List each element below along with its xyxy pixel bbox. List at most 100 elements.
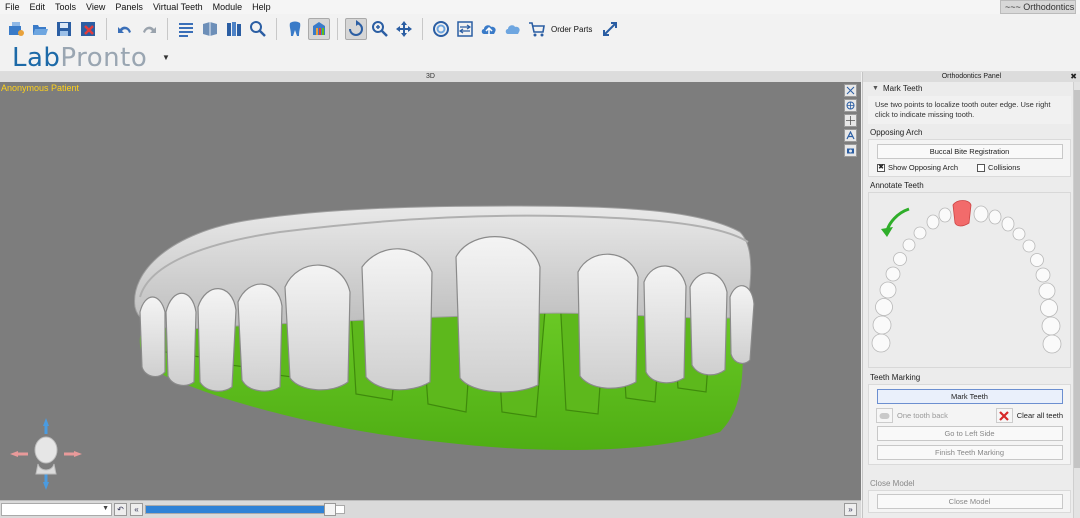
swirl-icon[interactable] (430, 18, 452, 40)
3d-viewport[interactable]: Anonymous Patient (0, 82, 861, 500)
opposing-arch-label: Opposing Arch (870, 128, 923, 137)
zoom-in-icon[interactable] (369, 18, 391, 40)
collisions-checkbox[interactable] (977, 163, 986, 172)
collapse-left-icon[interactable]: « (130, 503, 143, 516)
head-icon (34, 436, 58, 464)
buccal-bite-registration-button[interactable]: Buccal Bite Registration (876, 144, 1063, 159)
chevron-down-icon: ▼ (102, 505, 109, 512)
annotate-icon[interactable] (844, 129, 857, 142)
one-tooth-back-label: One tooth back (897, 411, 948, 420)
section-title: Mark Teeth (883, 84, 923, 93)
fullscreen-icon[interactable] (599, 18, 621, 40)
annotate-teeth-label: Annotate Teeth (870, 181, 924, 190)
orientation-widget[interactable] (8, 416, 84, 492)
arrow-up-icon (43, 418, 49, 426)
one-tooth-back-button[interactable]: One tooth back (876, 408, 948, 423)
show-opposing-arch-checkbox[interactable]: ✖ (877, 163, 885, 172)
module-tab-orthodontics[interactable]: ~~~ Orthodontics (1000, 0, 1076, 14)
menu-tools[interactable]: Tools (50, 0, 81, 14)
pan-icon[interactable] (393, 18, 415, 40)
slider-thumb[interactable] (324, 503, 336, 516)
undo-icon[interactable] (114, 18, 136, 40)
bottom-bar: ▼ ↶ « » (0, 500, 861, 518)
mark-teeth-button[interactable]: Mark Teeth (876, 389, 1063, 404)
menu-view[interactable]: View (81, 0, 110, 14)
close-icon[interactable]: ✖ (1070, 72, 1077, 82)
clear-all-teeth-button[interactable]: Clear all teeth (995, 408, 1063, 423)
show-opposing-arch-label: Show Opposing Arch (888, 163, 959, 172)
upload-cloud-icon[interactable] (478, 18, 500, 40)
transparency-slider[interactable] (145, 503, 345, 516)
zoom-fit-icon[interactable] (247, 18, 269, 40)
scan-icon[interactable] (199, 18, 221, 40)
expand-right-icon[interactable]: » (844, 503, 857, 516)
menu-panels[interactable]: Panels (110, 0, 148, 14)
viewport-tools (844, 84, 857, 157)
teeth-marking-label: Teeth Marking (870, 373, 921, 382)
open-folder-icon[interactable] (29, 18, 51, 40)
undo-small-icon[interactable]: ↶ (114, 503, 127, 516)
menu-bar: File Edit Tools View Panels Virtual Teet… (0, 0, 1080, 14)
marked-tooth-highlight[interactable] (952, 200, 972, 227)
panel-title-bar: Orthodontics Panel ✖ (863, 72, 1080, 82)
labpronto-logo[interactable]: LabPronto (12, 44, 147, 72)
camera-icon[interactable] (844, 144, 857, 157)
teeth-marking-group: Mark Teeth One tooth back Clear all teet… (868, 384, 1071, 465)
finish-teeth-marking-button[interactable]: Finish Teeth Marking (876, 445, 1063, 460)
logo-dropdown-caret[interactable]: ▼ (162, 53, 170, 62)
arrow-right-icon (74, 451, 82, 457)
menu-help[interactable]: Help (247, 0, 276, 14)
scrollbar-thumb[interactable] (1074, 90, 1080, 468)
arrow-down-icon (43, 482, 49, 490)
opposing-arch-group: Buccal Bite Registration ✖ Show Opposing… (868, 139, 1071, 177)
menu-edit[interactable]: Edit (25, 0, 51, 14)
dental-model-render[interactable] (0, 82, 861, 500)
library-icon[interactable] (223, 18, 245, 40)
crosshair-icon[interactable] (844, 114, 857, 127)
slider-fill (146, 506, 324, 513)
cloud-icon[interactable] (502, 18, 524, 40)
logo-text-lab: Lab (12, 43, 61, 73)
save-icon[interactable] (53, 18, 75, 40)
orthodontics-panel: Orthodontics Panel ✖ ▼ Mark Teeth Use tw… (862, 72, 1080, 518)
palette-icon[interactable] (308, 18, 330, 40)
gamepad-icon (876, 408, 893, 423)
tooth-chart[interactable] (868, 192, 1071, 368)
close-case-icon[interactable] (77, 18, 99, 40)
menu-virtual-teeth[interactable]: Virtual Teeth (148, 0, 208, 14)
arch-diagram[interactable] (869, 193, 1072, 369)
viewport-header: 3D (0, 72, 861, 82)
panel-body: ▼ Mark Teeth Use two points to localize … (863, 82, 1074, 513)
cart-icon[interactable] (526, 18, 548, 40)
red-x-icon (995, 408, 1013, 423)
order-parts-label[interactable]: Order Parts (551, 25, 592, 34)
menu-module[interactable]: Module (208, 0, 248, 14)
clear-all-teeth-label: Clear all teeth (1016, 411, 1063, 420)
arch-teeth[interactable] (871, 205, 1062, 354)
mark-teeth-section-header[interactable]: ▼ Mark Teeth (863, 82, 1074, 96)
logo-text-pronto: Pronto (60, 43, 148, 73)
patient-name: Anonymous Patient (1, 83, 80, 93)
toolbar-separator (422, 18, 423, 40)
logo-bar: LabPronto ▼ (0, 44, 1080, 72)
close-model-button[interactable]: Close Model (876, 494, 1063, 509)
tooth-icon[interactable] (284, 18, 306, 40)
open-icon[interactable] (5, 18, 27, 40)
panel-scrollbar[interactable] (1073, 82, 1080, 518)
arrow-head-icon (881, 227, 893, 237)
close-model-label: Close Model (870, 479, 915, 488)
collisions-label: Collisions (988, 163, 1021, 172)
measure-icon[interactable] (844, 84, 857, 97)
collapse-triangle-icon[interactable]: ▼ (872, 82, 879, 96)
view-preset-select[interactable]: ▼ (1, 503, 112, 516)
toolbar-separator (337, 18, 338, 40)
compare-icon[interactable] (454, 18, 476, 40)
go-to-left-side-button[interactable]: Go to Left Side (876, 426, 1063, 441)
redo-icon[interactable] (138, 18, 160, 40)
rotate-icon[interactable] (345, 18, 367, 40)
toolbar-separator (167, 18, 168, 40)
globe-icon[interactable] (844, 99, 857, 112)
list-icon[interactable] (175, 18, 197, 40)
menu-file[interactable]: File (0, 0, 25, 14)
app-window: File Edit Tools View Panels Virtual Teet… (0, 0, 1080, 518)
